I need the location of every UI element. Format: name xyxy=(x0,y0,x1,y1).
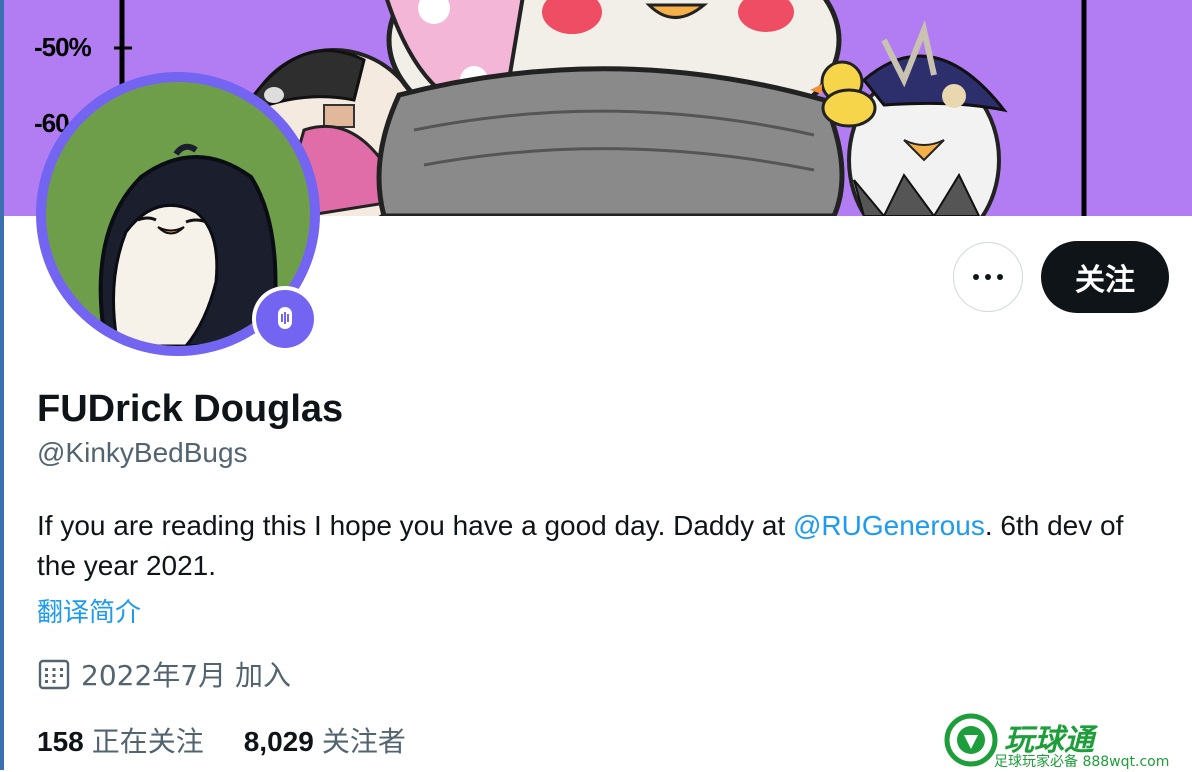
calendar-icon xyxy=(38,659,70,690)
watermark-logo-icon xyxy=(944,713,998,767)
join-date-text: 2022年7月 加入 xyxy=(81,659,291,692)
followers-link[interactable]: 8,029 关注者 xyxy=(244,720,406,760)
bio-mention-link[interactable]: @RUGenerous xyxy=(793,510,985,541)
profile-bio: If you are reading this I hope you have … xyxy=(37,506,1167,586)
following-link[interactable]: 158 正在关注 xyxy=(37,720,204,760)
display-name: FUDrick Douglas xyxy=(37,388,344,430)
bio-text: If you are reading this I hope you have … xyxy=(37,510,793,541)
more-options-button[interactable] xyxy=(953,242,1023,312)
banner-tick-label: -50% xyxy=(34,32,92,62)
more-dots-icon xyxy=(997,274,1003,280)
join-date: 2022年7月 加入 xyxy=(37,654,291,694)
translate-bio-link[interactable]: 翻译简介 xyxy=(37,592,141,629)
following-label: 正在关注 xyxy=(91,725,204,758)
more-dots-icon xyxy=(985,274,991,280)
followers-count: 8,029 xyxy=(243,726,314,757)
followers-label: 关注者 xyxy=(321,725,406,758)
follow-button[interactable]: 关注 xyxy=(1041,241,1169,313)
follow-stats: 158 正在关注 8,029 关注者 xyxy=(37,720,446,760)
following-count: 158 xyxy=(37,726,84,757)
more-dots-icon xyxy=(973,274,979,280)
site-watermark: 玩球通 足球玩家必备 888wqt.com xyxy=(944,713,1184,770)
user-handle: @KinkyBedBugs xyxy=(37,437,248,468)
spaces-badge[interactable] xyxy=(252,286,318,352)
microphone-icon xyxy=(278,307,292,329)
watermark-subtitle: 足球玩家必备 888wqt.com xyxy=(994,754,1170,770)
